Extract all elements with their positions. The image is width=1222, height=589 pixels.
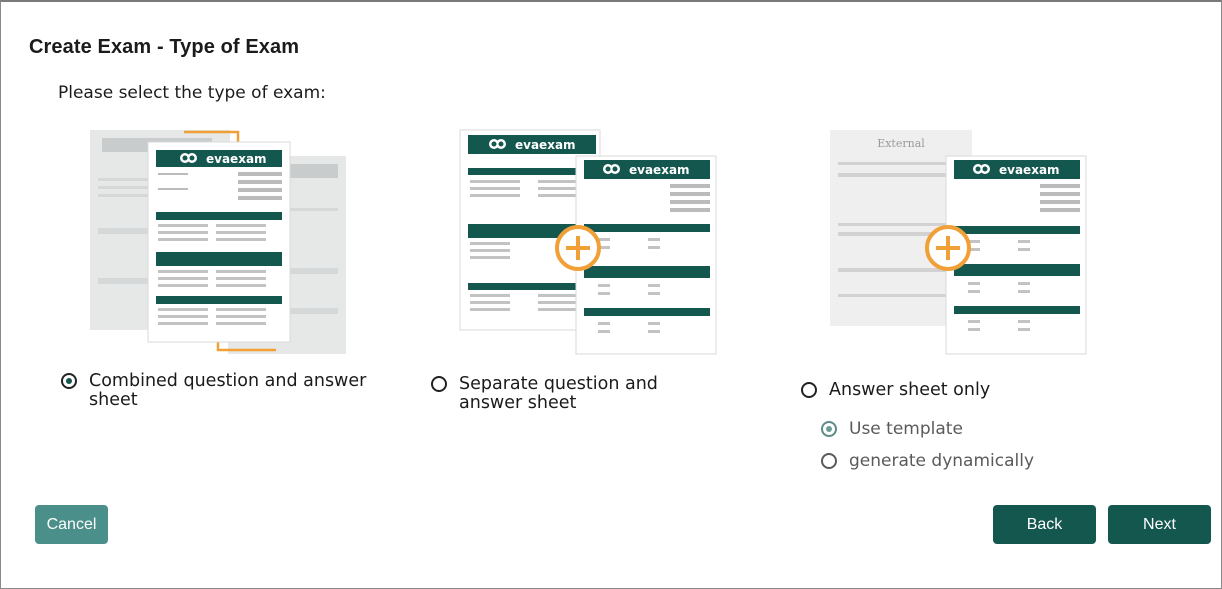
suboption-generate-dynamically[interactable]: generate dynamically	[821, 452, 1034, 471]
suboption-generate-dynamically-label: generate dynamically	[849, 451, 1035, 471]
page-prompt: Please select the type of exam:	[58, 83, 326, 103]
combined-sheet-illustration: evaexam	[90, 130, 346, 354]
option-combined[interactable]: Combined question and answer sheet	[61, 372, 419, 410]
option-separate[interactable]: Separate question and answer sheet	[431, 375, 709, 413]
option-answer-sheet-only[interactable]: Answer sheet only	[801, 381, 990, 400]
answer-sheet-only-illustration: External evaexam	[830, 130, 1087, 355]
svg-text:evaexam: evaexam	[999, 163, 1060, 177]
radio-combined[interactable]	[61, 373, 77, 389]
page-title: Create Exam - Type of Exam	[29, 36, 300, 58]
suboption-use-template-label: Use template	[849, 419, 963, 439]
next-button[interactable]: Next	[1108, 505, 1211, 544]
radio-separate[interactable]	[431, 376, 447, 392]
option-answer-sheet-only-label: Answer sheet only	[829, 380, 991, 400]
svg-text:evaexam: evaexam	[629, 163, 690, 177]
back-button[interactable]: Back	[993, 505, 1096, 544]
cancel-button[interactable]: Cancel	[35, 505, 108, 544]
plus-circle-icon	[925, 225, 971, 271]
option-combined-label: Combined question and answer sheet	[89, 371, 367, 410]
separate-sheets-illustration: evaexam evaexam	[459, 129, 717, 355]
svg-text:evaexam: evaexam	[515, 138, 576, 152]
suboption-use-template[interactable]: Use template	[821, 420, 963, 439]
radio-generate-dynamically[interactable]	[821, 453, 837, 469]
external-label: External	[877, 137, 925, 150]
evaexam-logo-text: evaexam	[206, 152, 267, 166]
radio-answer-sheet-only[interactable]	[801, 382, 817, 398]
plus-circle-icon	[555, 225, 601, 271]
radio-use-template[interactable]	[821, 421, 837, 437]
option-separate-label: Separate question and answer sheet	[459, 374, 658, 413]
